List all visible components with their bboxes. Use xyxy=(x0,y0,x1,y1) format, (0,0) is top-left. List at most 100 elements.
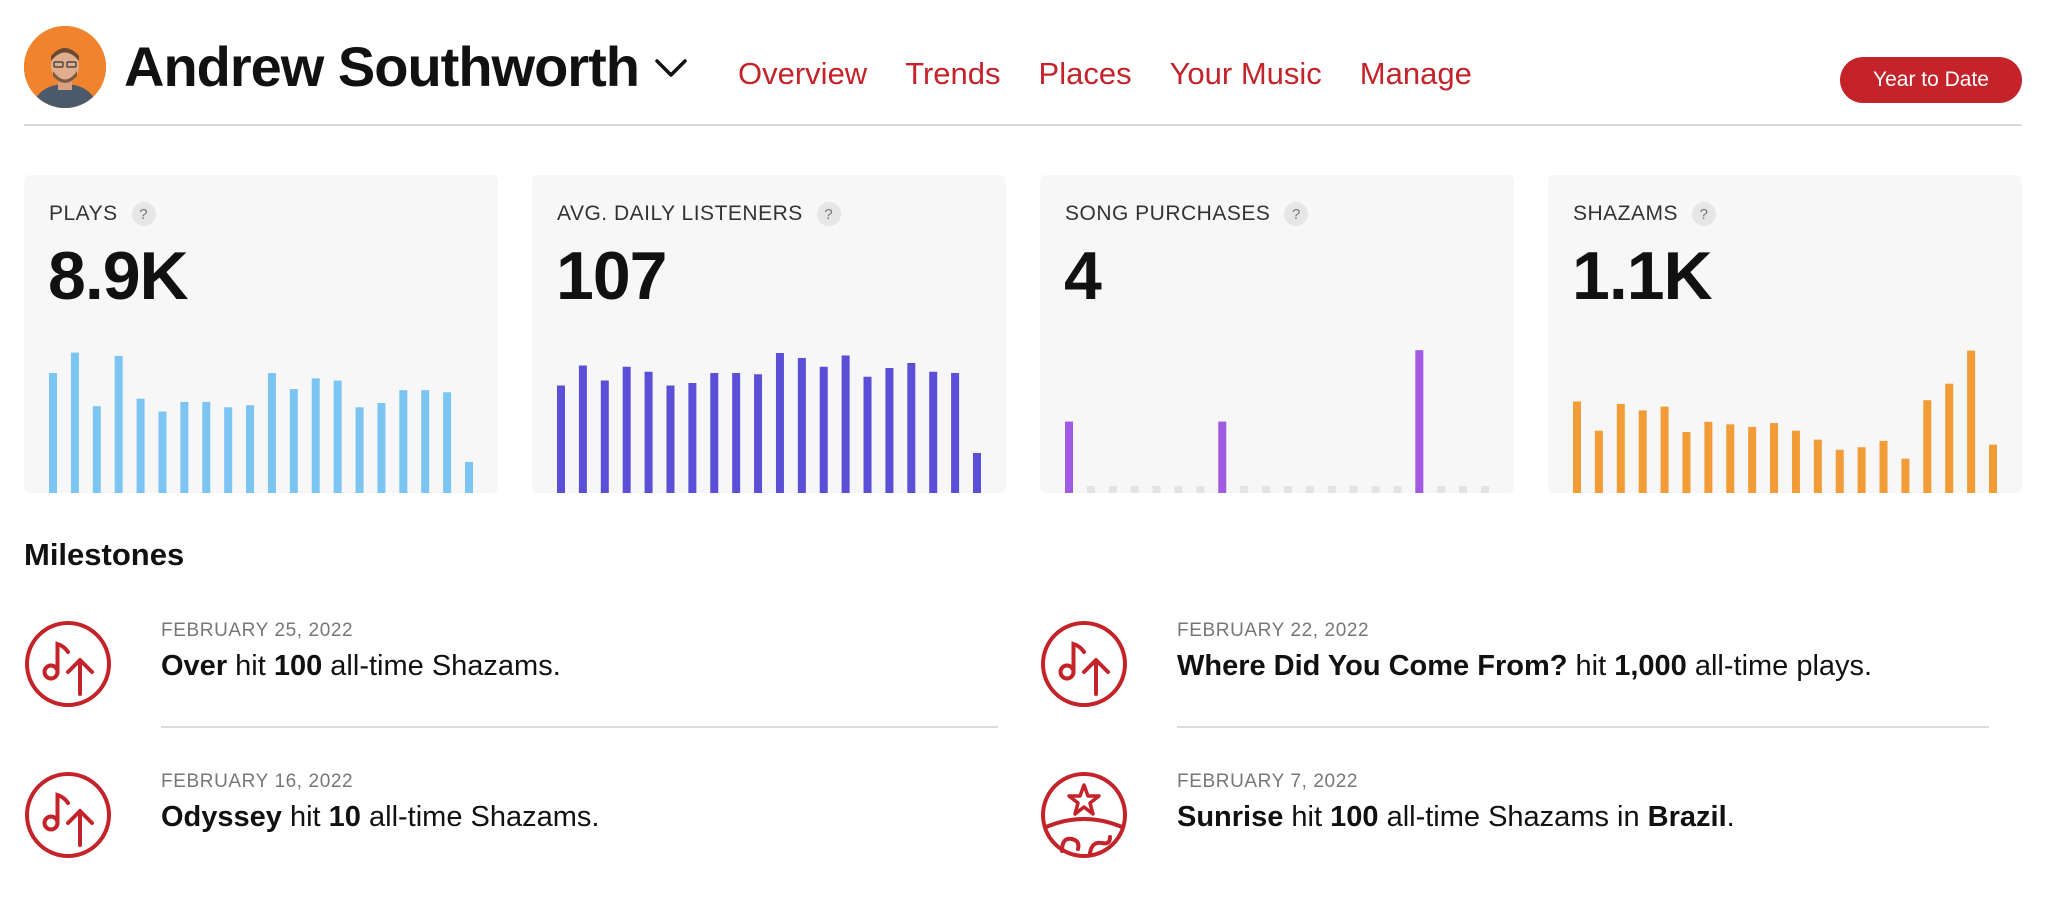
milestone-metric: all-time Shazams. xyxy=(360,801,600,833)
chart-bar xyxy=(1945,383,1954,493)
chart-bar xyxy=(644,371,653,493)
divider xyxy=(161,726,998,728)
header: Andrew Southworth Overview Trends Places… xyxy=(24,0,2022,126)
milestone-metric: all-time Shazams. xyxy=(322,650,561,682)
chevron-down-icon[interactable] xyxy=(654,56,688,80)
plays-label: PLAYS xyxy=(49,202,118,225)
chart-bar xyxy=(1130,486,1139,493)
milestone-metric: all-time Shazams in xyxy=(1378,801,1648,833)
milestone-song: Where Did You Come From? xyxy=(1177,650,1568,682)
chart-bar xyxy=(355,407,364,493)
chart-bar xyxy=(578,365,587,493)
milestone-verb: hit xyxy=(1567,650,1615,682)
milestone-item[interactable]: FEBRUARY 16, 2022 Odyssey hit 10 all-tim… xyxy=(24,771,984,911)
globe-star-icon xyxy=(1041,772,1127,858)
help-icon[interactable]: ? xyxy=(816,202,841,226)
chart-bar xyxy=(443,392,452,493)
milestone-item[interactable]: FEBRUARY 22, 2022 Where Did You Come Fro… xyxy=(1040,620,2000,760)
chart-bar xyxy=(1835,449,1844,493)
chart-bar xyxy=(797,358,806,493)
chart-bar xyxy=(754,374,763,493)
chart-bar xyxy=(951,373,960,493)
nav-overview[interactable]: Overview xyxy=(738,56,867,92)
help-icon[interactable]: ? xyxy=(1284,202,1309,226)
avatar[interactable] xyxy=(24,26,106,108)
chart-bar xyxy=(1196,486,1205,493)
chart-bar xyxy=(1573,401,1581,493)
chart-bar xyxy=(1660,406,1669,493)
chart-bar xyxy=(973,453,981,493)
chart-bar xyxy=(70,352,79,493)
purchases-label: SONG PURCHASES xyxy=(1065,202,1271,225)
card-label: AVG. DAILY LISTENERS? xyxy=(557,202,841,226)
chart-bar xyxy=(1349,486,1358,493)
chart-bar xyxy=(885,368,894,493)
chart-bar xyxy=(1459,486,1468,493)
milestone-count: 1,000 xyxy=(1614,650,1687,682)
chart-bar xyxy=(622,366,631,493)
chart-bar xyxy=(1901,458,1910,493)
chart-bar xyxy=(1704,421,1713,493)
nav-trends[interactable]: Trends xyxy=(905,56,1000,92)
milestone-text: Over hit 100 all-time Shazams. xyxy=(161,650,561,683)
chart-bar xyxy=(600,380,609,493)
chart-bar xyxy=(732,373,741,493)
chart-bar xyxy=(92,406,101,493)
milestone-item[interactable]: FEBRUARY 7, 2022 Sunrise hit 100 all-tim… xyxy=(1040,771,2000,911)
chart-bar xyxy=(377,403,386,493)
chart-bar xyxy=(1283,486,1292,493)
chart-bar xyxy=(1108,486,1117,493)
nav-places[interactable]: Places xyxy=(1039,56,1132,92)
chart-bar xyxy=(202,401,211,493)
chart-bar xyxy=(158,411,167,493)
chart-bar xyxy=(1879,440,1888,493)
shazams-label: SHAZAMS xyxy=(1573,202,1679,225)
chart-bar xyxy=(688,383,697,493)
chart-bar xyxy=(1791,430,1800,493)
date-range-button[interactable]: Year to Date xyxy=(1840,57,2022,103)
listeners-card[interactable]: AVG. DAILY LISTENERS? 107 xyxy=(532,175,1006,493)
chart-bar xyxy=(841,355,850,493)
chart-bar xyxy=(1748,426,1757,493)
music-note-up-icon xyxy=(25,772,111,858)
milestone-place: Brazil xyxy=(1647,801,1727,833)
milestone-song: Over xyxy=(161,650,228,682)
chart-bar xyxy=(136,398,145,493)
plays-card[interactable]: PLAYS? 8.9K xyxy=(24,175,498,493)
card-label: PLAYS? xyxy=(49,202,156,226)
chart-bar xyxy=(180,401,189,493)
milestone-metric: all-time plays. xyxy=(1686,650,1873,682)
nav-manage[interactable]: Manage xyxy=(1360,56,1472,92)
chart-bar xyxy=(1152,486,1161,493)
chart-bar xyxy=(465,461,473,493)
chart-bar xyxy=(421,390,430,493)
milestone-count: 100 xyxy=(273,650,323,682)
help-icon[interactable]: ? xyxy=(1692,202,1717,226)
chart-bar xyxy=(1638,410,1647,493)
chart-bar xyxy=(1371,486,1380,493)
chart-bar xyxy=(289,389,298,493)
chart-bar xyxy=(1393,486,1402,493)
milestone-date: FEBRUARY 25, 2022 xyxy=(161,620,354,641)
nav-your-music[interactable]: Your Music xyxy=(1170,56,1322,92)
user-name[interactable]: Andrew Southworth xyxy=(124,34,640,99)
chart-bar xyxy=(1086,486,1095,493)
chart-bar xyxy=(557,385,565,493)
chart-bar xyxy=(333,380,342,493)
milestone-verb: hit xyxy=(227,650,274,682)
chart-bar xyxy=(1682,431,1691,493)
listeners-value: 107 xyxy=(556,238,667,314)
music-note-up-icon xyxy=(25,621,111,707)
purchases-card[interactable]: SONG PURCHASES? 4 xyxy=(1040,175,1514,493)
milestone-item[interactable]: FEBRUARY 25, 2022 Over hit 100 all-time … xyxy=(24,620,998,760)
card-label: SHAZAMS? xyxy=(1573,202,1717,226)
music-note-up-icon xyxy=(1041,621,1127,707)
shazams-card[interactable]: SHAZAMS? 1.1K xyxy=(1548,175,2022,493)
milestone-count: 100 xyxy=(1330,801,1379,833)
milestone-text: Odyssey hit 10 all-time Shazams. xyxy=(161,801,599,834)
chart-bar xyxy=(929,371,938,493)
chart-bar xyxy=(1437,486,1446,493)
chart-bar xyxy=(1594,430,1603,493)
milestone-end: . xyxy=(1726,801,1735,833)
help-icon[interactable]: ? xyxy=(131,202,156,226)
